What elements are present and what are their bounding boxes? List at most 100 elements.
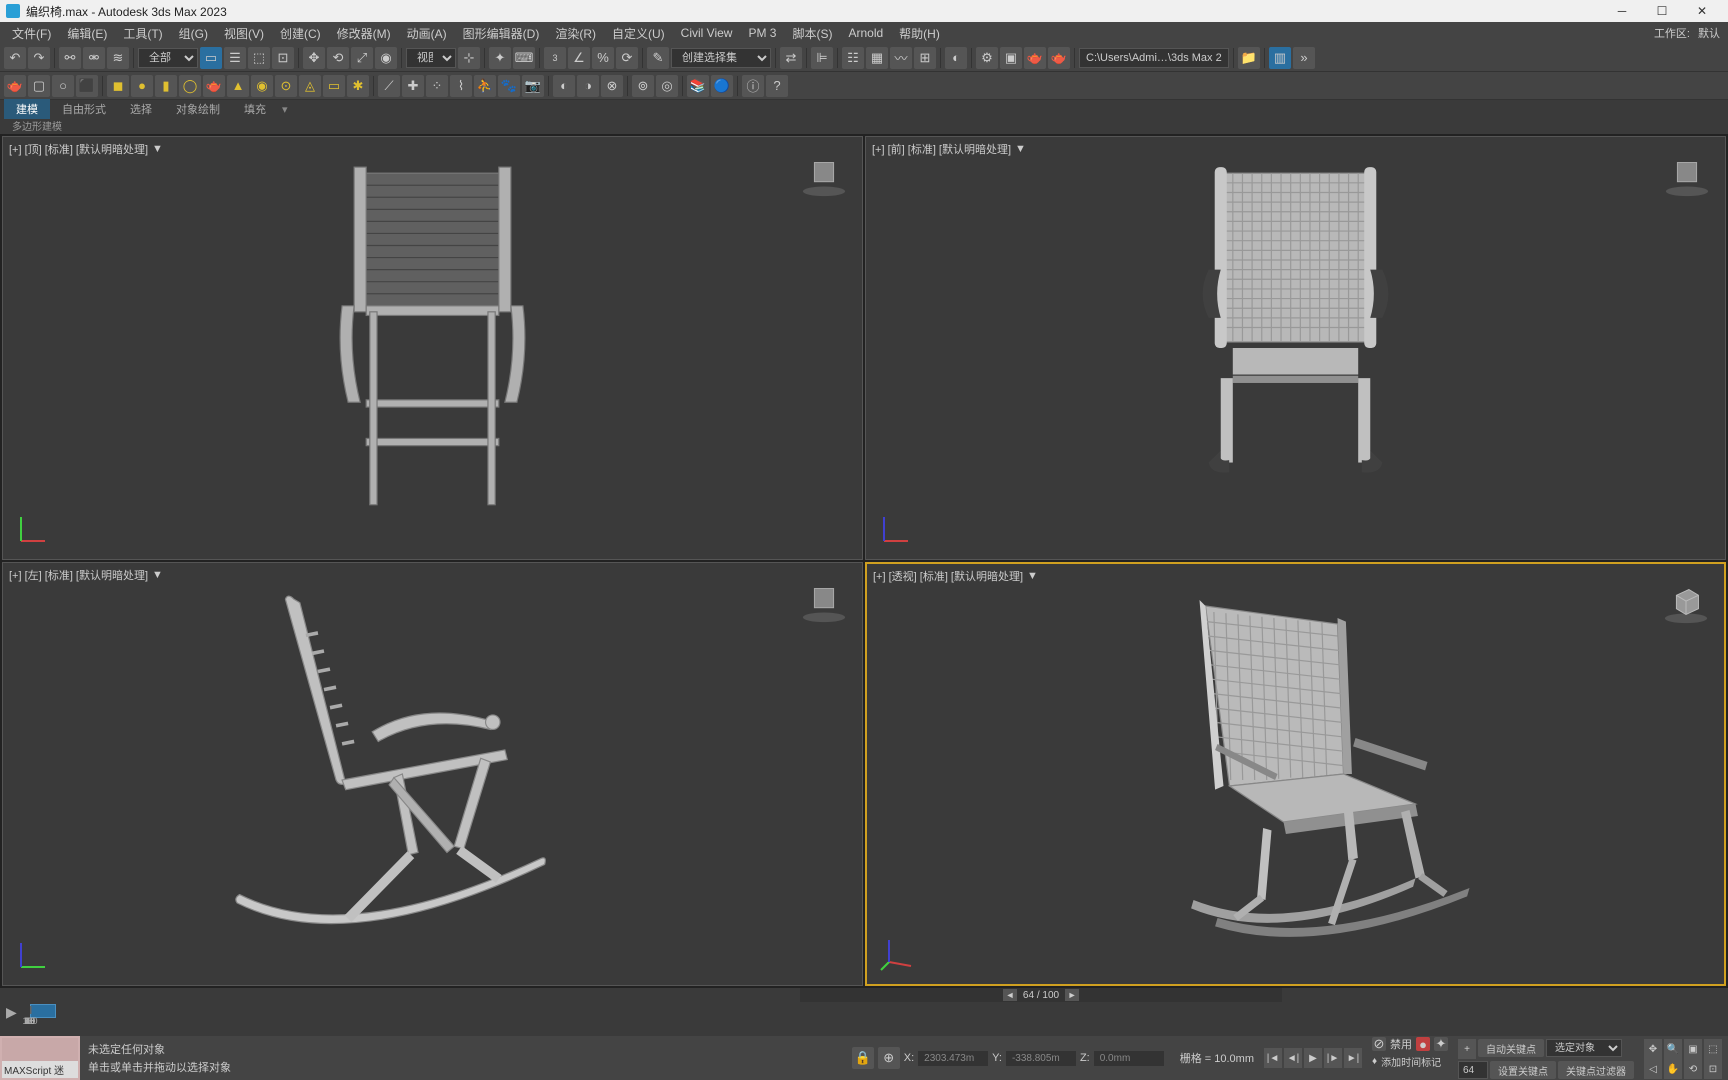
time-ruler[interactable]: ▶ 05101520253035404550556065707580859095…: [0, 1002, 1728, 1026]
play-icon[interactable]: ▶: [6, 1004, 17, 1021]
current-frame-input[interactable]: [1458, 1061, 1488, 1079]
z-value[interactable]: 0.0mm: [1094, 1051, 1164, 1066]
setkey-button[interactable]: 设置关键点: [1490, 1061, 1556, 1079]
corona-icon[interactable]: ◎: [656, 75, 678, 97]
arnold-sky-icon[interactable]: ◑: [577, 75, 599, 97]
lock-selection-icon[interactable]: 🔒: [852, 1047, 874, 1069]
arnold-light-icon[interactable]: ◐: [553, 75, 575, 97]
edit-named-sel-button[interactable]: ✎: [647, 47, 669, 69]
snap-2d-button[interactable]: 3: [544, 47, 566, 69]
select-rotate-button[interactable]: ⟲: [327, 47, 349, 69]
y-value[interactable]: -338.805m: [1006, 1051, 1076, 1066]
menu-modifiers[interactable]: 修改器(M): [329, 23, 399, 44]
zoom-region-button[interactable]: ⬚: [1704, 1039, 1722, 1059]
select-object-button[interactable]: ▭: [200, 47, 222, 69]
menu-pm3[interactable]: PM 3: [740, 24, 784, 42]
ribbon-chevron-icon[interactable]: ▾: [282, 103, 288, 116]
teapot-dark-icon[interactable]: 🫖: [4, 75, 26, 97]
tab-freeform[interactable]: 自由形式: [50, 99, 118, 119]
render-setup-button[interactable]: ⚙: [976, 47, 998, 69]
menu-group[interactable]: 组(G): [171, 23, 216, 44]
keyboard-shortcut-button[interactable]: ⌨: [513, 47, 535, 69]
frame-next-button[interactable]: ►: [1065, 989, 1079, 1001]
asset-library-icon[interactable]: 📚: [687, 75, 709, 97]
maximize-button[interactable]: ☐: [1642, 0, 1682, 22]
max-toggle-button[interactable]: ⊡: [1704, 1059, 1722, 1079]
select-scale-button[interactable]: ⤢: [351, 47, 373, 69]
menu-help[interactable]: 帮助(H): [891, 23, 948, 44]
angle-snap-button[interactable]: ∠: [568, 47, 590, 69]
keyfilter-button[interactable]: 关键点过滤器: [1558, 1061, 1634, 1079]
menu-edit[interactable]: 编辑(E): [59, 23, 115, 44]
particle-icon[interactable]: ⁘: [426, 75, 448, 97]
bone-icon[interactable]: ⟋: [378, 75, 400, 97]
viewport-perspective[interactable]: [+] [透视] [标准] [默认明暗处理] ▼: [865, 562, 1726, 986]
orbit-button[interactable]: ⟲: [1684, 1059, 1702, 1079]
info-icon[interactable]: ⓘ: [742, 75, 764, 97]
close-button[interactable]: ✕: [1682, 0, 1722, 22]
menu-rendering[interactable]: 渲染(R): [547, 23, 604, 44]
tab-populate[interactable]: 填充: [232, 99, 278, 119]
light-icon[interactable]: ✱: [347, 75, 369, 97]
select-move-button[interactable]: ✥: [303, 47, 325, 69]
next-frame-button[interactable]: |►: [1324, 1048, 1342, 1068]
abs-rel-icon[interactable]: ⊕: [878, 1047, 900, 1069]
substance-icon[interactable]: 🔵: [711, 75, 733, 97]
plane-yellow-icon[interactable]: ▭: [323, 75, 345, 97]
redo-button[interactable]: ↷: [28, 47, 50, 69]
menu-scripting[interactable]: 脚本(S): [784, 23, 840, 44]
disable-icon[interactable]: ⊘: [1372, 1037, 1386, 1051]
x-value[interactable]: 2303.473m: [918, 1051, 988, 1066]
teapot-yellow-icon[interactable]: 🫖: [203, 75, 225, 97]
box-yellow-icon[interactable]: ◼: [107, 75, 129, 97]
selection-filter-dropdown[interactable]: 全部: [138, 48, 198, 68]
spinner-snap-button[interactable]: ⟳: [616, 47, 638, 69]
pan-button[interactable]: ✋: [1664, 1059, 1682, 1079]
toggle-ribbon-button[interactable]: ▦: [866, 47, 888, 69]
viewcube-front[interactable]: [1663, 151, 1711, 199]
zoom-button[interactable]: 🔍: [1664, 1039, 1682, 1059]
tab-selection[interactable]: 选择: [118, 99, 164, 119]
viewcube-top[interactable]: [800, 151, 848, 199]
set-key-button[interactable]: +: [1458, 1039, 1476, 1059]
goto-start-button[interactable]: |◄: [1264, 1048, 1282, 1068]
percent-snap-button[interactable]: %: [592, 47, 614, 69]
geosphere-yellow-icon[interactable]: ◉: [251, 75, 273, 97]
menu-tools[interactable]: 工具(T): [115, 23, 170, 44]
rec-icon[interactable]: ●: [1416, 1037, 1430, 1051]
menu-create[interactable]: 创建(C): [272, 23, 329, 44]
workspace-value[interactable]: 默认: [1694, 25, 1724, 41]
layer-explorer-button[interactable]: ☷: [842, 47, 864, 69]
project-folder-input[interactable]: [1079, 48, 1229, 68]
key-target-dropdown[interactable]: 选定对象: [1546, 1039, 1622, 1057]
spacewarp-icon[interactable]: ⌇: [450, 75, 472, 97]
camera-icon[interactable]: 📷: [522, 75, 544, 97]
render-production-button[interactable]: 🫖: [1024, 47, 1046, 69]
undo-button[interactable]: ↶: [4, 47, 26, 69]
link-button[interactable]: ⚯: [59, 47, 81, 69]
box-icon[interactable]: ▢: [28, 75, 50, 97]
tab-modeling[interactable]: 建模: [4, 99, 50, 119]
schematic-view-button[interactable]: ⊞: [914, 47, 936, 69]
overflow-button[interactable]: »: [1293, 47, 1315, 69]
menu-animation[interactable]: 动画(A): [399, 23, 455, 44]
cylinder-icon[interactable]: ⬛: [76, 75, 98, 97]
menu-customize[interactable]: 自定义(U): [604, 23, 673, 44]
menu-civil-view[interactable]: Civil View: [673, 24, 741, 42]
viewport-left[interactable]: [+] [左] [标准] [默认明暗处理] ▼: [2, 562, 863, 986]
pyramid-yellow-icon[interactable]: ◬: [299, 75, 321, 97]
command-panel-toggle[interactable]: ▥: [1269, 47, 1291, 69]
menu-file[interactable]: 文件(F): [4, 23, 59, 44]
cone-yellow-icon[interactable]: ▲: [227, 75, 249, 97]
set-project-button[interactable]: 📁: [1238, 47, 1260, 69]
ribbon-panel-label[interactable]: 多边形建模: [4, 118, 70, 134]
prev-frame-button[interactable]: ◄|: [1284, 1048, 1302, 1068]
render-frame-button[interactable]: ▣: [1000, 47, 1022, 69]
select-by-name-button[interactable]: ☰: [224, 47, 246, 69]
biped-icon[interactable]: ⛹: [474, 75, 496, 97]
minimize-button[interactable]: ─: [1602, 0, 1642, 22]
fov-button[interactable]: ◁: [1644, 1059, 1662, 1079]
sphere-yellow-icon[interactable]: ●: [131, 75, 153, 97]
tab-object-paint[interactable]: 对象绘制: [164, 99, 232, 119]
menu-graph-editors[interactable]: 图形编辑器(D): [455, 23, 548, 44]
